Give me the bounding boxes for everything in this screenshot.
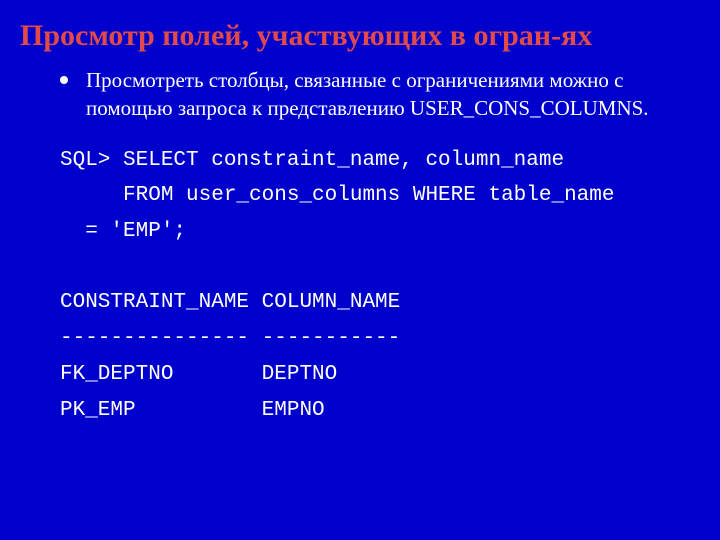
code-line: PK_EMP EMPNO (60, 399, 325, 422)
code-block: SQL> SELECT constraint_name, column_name… (60, 143, 690, 429)
code-line: CONSTRAINT_NAME COLUMN_NAME (60, 291, 400, 314)
bullet-icon (60, 76, 68, 84)
code-line: = 'EMP'; (60, 220, 186, 243)
code-line: --------------- ----------- (60, 327, 400, 350)
slide-title: Просмотр полей, участвующих в огран-ях (20, 18, 700, 54)
code-line: FK_DEPTNO DEPTNO (60, 363, 337, 386)
slide-body: Просмотреть столбцы, связанные с огранич… (60, 66, 690, 428)
bullet-item: Просмотреть столбцы, связанные с огранич… (60, 66, 690, 123)
code-line: FROM user_cons_columns WHERE table_name (60, 184, 615, 207)
bullet-text: Просмотреть столбцы, связанные с огранич… (86, 66, 690, 123)
slide: Просмотр полей, участвующих в огран-ях П… (0, 0, 720, 540)
code-line: SQL> SELECT constraint_name, column_name (60, 149, 564, 172)
